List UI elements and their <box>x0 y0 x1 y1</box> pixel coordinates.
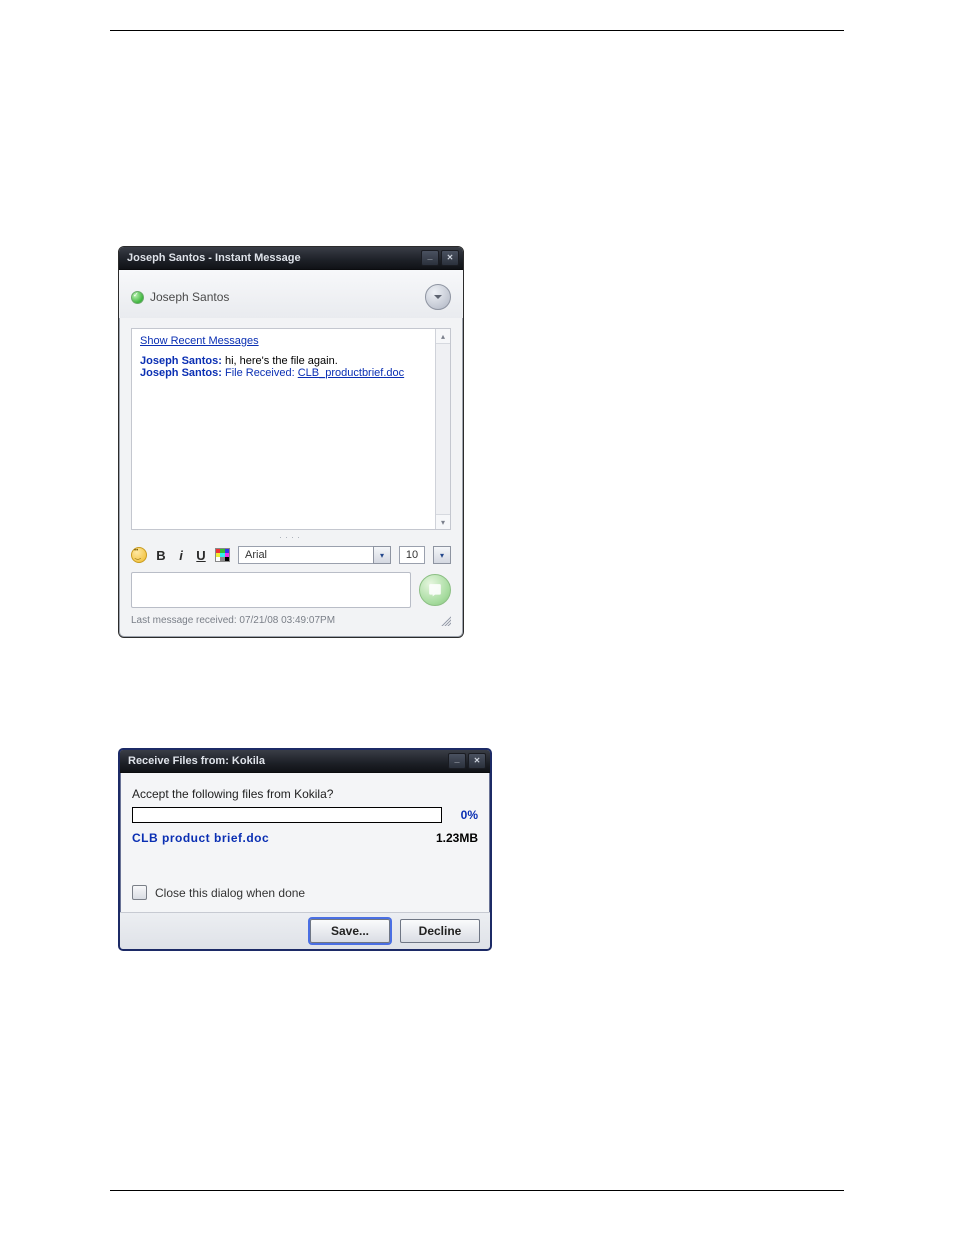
transfer-progress-bar <box>132 807 442 823</box>
close-icon[interactable] <box>468 753 486 769</box>
minimize-icon[interactable] <box>421 250 439 266</box>
send-button[interactable] <box>419 574 451 606</box>
transfer-percent: 0% <box>448 808 478 822</box>
receive-window-title: Receive Files from: Kokila <box>128 755 446 767</box>
message-sender: Joseph Santos: <box>140 367 222 379</box>
bold-button[interactable]: B <box>155 548 167 563</box>
message-history-panel: Show Recent Messages Joseph Santos: hi, … <box>131 328 451 530</box>
receive-titlebar[interactable]: Receive Files from: Kokila <box>120 750 490 773</box>
receive-files-dialog: Receive Files from: Kokila Accept the fo… <box>118 748 492 951</box>
splitter-handle-icon[interactable]: ···· <box>119 532 463 542</box>
font-size-value: 10 <box>406 549 418 561</box>
message-scrollbar[interactable] <box>435 329 450 529</box>
chat-window-title: Joseph Santos - Instant Message <box>127 252 419 264</box>
decline-button[interactable]: Decline <box>400 919 480 943</box>
chevron-down-icon[interactable] <box>433 546 451 564</box>
contact-header: Joseph Santos <box>131 290 229 304</box>
received-file-link[interactable]: CLB_productbrief.doc <box>298 367 404 379</box>
font-size-select[interactable]: 10 <box>399 546 425 564</box>
chat-message: Joseph Santos: hi, here's the file again… <box>140 355 427 367</box>
top-horizontal-rule <box>110 30 844 31</box>
incoming-file-size: 1.23MB <box>436 831 478 845</box>
incoming-file-name: CLB product brief.doc <box>132 831 269 845</box>
last-message-status: Last message received: 07/21/08 03:49:07… <box>131 615 335 626</box>
accept-question-text: Accept the following files from Kokila? <box>132 787 478 801</box>
close-when-done-label: Close this dialog when done <box>155 886 305 900</box>
message-input[interactable] <box>131 572 411 608</box>
underline-button[interactable]: U <box>195 548 207 563</box>
scroll-down-icon[interactable] <box>436 514 450 529</box>
file-row: CLB product brief.doc 1.23MB <box>132 831 478 845</box>
message-sender: Joseph Santos: <box>140 355 222 367</box>
status-available-icon <box>131 291 144 304</box>
emoji-icon[interactable] <box>131 547 147 563</box>
file-received-label: File Received: <box>225 367 295 379</box>
font-family-select[interactable]: Arial <box>238 546 391 564</box>
format-toolbar: B i U Arial 10 <box>131 546 451 564</box>
resize-grip-icon[interactable] <box>439 614 451 626</box>
font-color-icon[interactable] <box>215 548 230 562</box>
font-family-value: Arial <box>245 549 267 561</box>
chevron-down-icon[interactable] <box>373 546 391 564</box>
message-text: hi, here's the file again. <box>225 355 338 367</box>
chat-titlebar[interactable]: Joseph Santos - Instant Message <box>119 247 463 270</box>
chat-message: Joseph Santos: File Received: CLB_produc… <box>140 367 427 379</box>
contact-name: Joseph Santos <box>150 290 229 304</box>
close-when-done-checkbox[interactable] <box>132 885 147 900</box>
close-icon[interactable] <box>441 250 459 266</box>
instant-message-window: Joseph Santos - Instant Message Joseph S… <box>118 246 464 638</box>
dialog-button-bar: Save... Decline <box>120 912 490 949</box>
scroll-up-icon[interactable] <box>436 329 450 344</box>
bottom-horizontal-rule <box>110 1190 844 1191</box>
save-button[interactable]: Save... <box>310 919 390 943</box>
options-dropdown-button[interactable] <box>425 284 451 310</box>
show-recent-messages-link[interactable]: Show Recent Messages <box>140 335 259 347</box>
italic-button[interactable]: i <box>175 548 187 563</box>
minimize-icon[interactable] <box>448 753 466 769</box>
